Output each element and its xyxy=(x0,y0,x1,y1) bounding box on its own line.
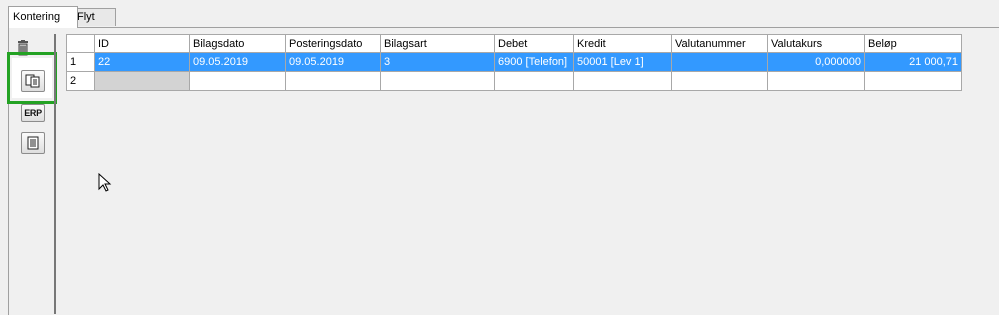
cell-valutakurs[interactable] xyxy=(767,71,865,91)
cell-belop[interactable] xyxy=(864,71,962,91)
grid-header-row: ID Bilagsdato Posteringsdato Bilagsart D… xyxy=(66,34,962,53)
column-header-kredit[interactable]: Kredit xyxy=(573,34,672,53)
cell-id[interactable] xyxy=(94,71,190,91)
table-row[interactable]: 1 22 09.05.2019 09.05.2019 3 6900 [Telef… xyxy=(66,52,962,72)
column-header-id[interactable]: ID xyxy=(94,34,190,53)
cell-debet[interactable]: 6900 [Telefon] xyxy=(494,52,574,72)
row-number[interactable]: 1 xyxy=(66,52,95,72)
row-number[interactable]: 2 xyxy=(66,71,95,91)
column-header-debet[interactable]: Debet xyxy=(494,34,574,53)
column-header-valutakurs[interactable]: Valutakurs xyxy=(767,34,865,53)
toolbar-separator xyxy=(54,34,56,314)
cell-kredit[interactable]: 50001 [Lev 1] xyxy=(573,52,672,72)
column-header-belop[interactable]: Beløp xyxy=(864,34,962,53)
cell-belop[interactable]: 21 000,71 xyxy=(864,52,962,72)
mouse-pointer-icon xyxy=(98,173,112,192)
green-highlight-box xyxy=(7,52,57,104)
posting-grid: ID Bilagsdato Posteringsdato Bilagsart D… xyxy=(66,34,962,91)
cell-bilagsart[interactable]: 3 xyxy=(380,52,495,72)
cell-kredit[interactable] xyxy=(573,71,672,91)
tab-kontering[interactable]: Kontering xyxy=(8,6,78,28)
cell-debet[interactable] xyxy=(494,71,574,91)
cell-bilagsdato[interactable] xyxy=(189,71,286,91)
erp-label: ERP xyxy=(24,108,42,118)
column-header-posteringsdato[interactable]: Posteringsdato xyxy=(285,34,381,53)
cell-id[interactable]: 22 xyxy=(94,52,190,72)
cell-valutanummer[interactable] xyxy=(671,71,768,91)
erp-button[interactable]: ERP xyxy=(21,104,45,122)
document-button[interactable] xyxy=(21,132,45,154)
column-header-valutanummer[interactable]: Valutanummer xyxy=(671,34,768,53)
cell-valutakurs[interactable]: 0,000000 xyxy=(767,52,865,72)
cell-bilagsdato[interactable]: 09.05.2019 xyxy=(189,52,286,72)
cell-posteringsdato[interactable] xyxy=(285,71,381,91)
cell-valutanummer[interactable] xyxy=(671,52,768,72)
column-header-rownum xyxy=(66,34,95,53)
column-header-bilagsdato[interactable]: Bilagsdato xyxy=(189,34,286,53)
table-row[interactable]: 2 xyxy=(66,71,962,91)
tab-flyt[interactable]: Flyt xyxy=(72,8,116,26)
cell-posteringsdato[interactable]: 09.05.2019 xyxy=(285,52,381,72)
document-icon xyxy=(27,136,39,150)
column-header-bilagsart[interactable]: Bilagsart xyxy=(380,34,495,53)
cell-bilagsart[interactable] xyxy=(380,71,495,91)
